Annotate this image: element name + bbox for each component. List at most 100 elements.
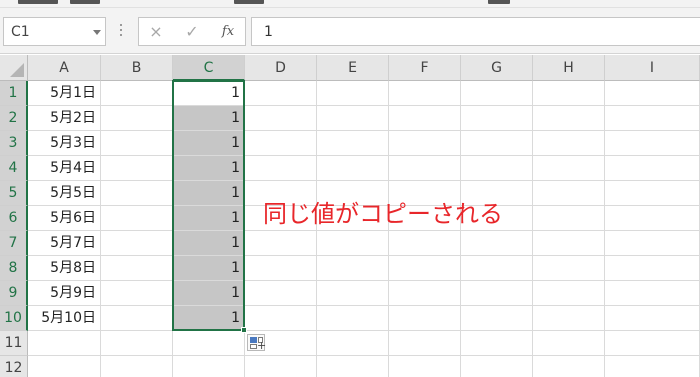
cell-i4[interactable] xyxy=(605,156,700,181)
cell-f4[interactable] xyxy=(389,156,461,181)
cell-b11[interactable] xyxy=(101,331,173,356)
cell-a7[interactable]: 5月7日 xyxy=(28,231,101,256)
cell-i2[interactable] xyxy=(605,106,700,131)
row-header-1[interactable]: 1 xyxy=(0,81,28,106)
cell-a5[interactable]: 5月5日 xyxy=(28,181,101,206)
cell-i3[interactable] xyxy=(605,131,700,156)
cell-h4[interactable] xyxy=(533,156,605,181)
cell-f8[interactable] xyxy=(389,256,461,281)
cell-a3[interactable]: 5月3日 xyxy=(28,131,101,156)
cell-e4[interactable] xyxy=(317,156,389,181)
cell-h7[interactable] xyxy=(533,231,605,256)
cell-e7[interactable] xyxy=(317,231,389,256)
cell-b8[interactable] xyxy=(101,256,173,281)
grip-dots-icon[interactable] xyxy=(120,24,123,38)
cell-h6[interactable] xyxy=(533,206,605,231)
cell-a12[interactable] xyxy=(28,356,101,377)
select-all-button[interactable] xyxy=(0,55,28,81)
cell-h2[interactable] xyxy=(533,106,605,131)
cell-f7[interactable] xyxy=(389,231,461,256)
cell-a6[interactable]: 5月6日 xyxy=(28,206,101,231)
cell-c4[interactable]: 1 xyxy=(173,156,245,181)
row-header-10[interactable]: 10 xyxy=(0,306,28,331)
row-header-11[interactable]: 11 xyxy=(0,331,28,356)
cell-i6[interactable] xyxy=(605,206,700,231)
cell-d2[interactable] xyxy=(245,106,317,131)
cell-b6[interactable] xyxy=(101,206,173,231)
cell-c2[interactable]: 1 xyxy=(173,106,245,131)
column-header-e[interactable]: E xyxy=(317,55,389,81)
cell-a9[interactable]: 5月9日 xyxy=(28,281,101,306)
chevron-down-icon[interactable] xyxy=(93,30,101,35)
fill-handle[interactable] xyxy=(241,327,247,333)
cell-d10[interactable] xyxy=(245,306,317,331)
cell-d12[interactable] xyxy=(245,356,317,377)
cell-b10[interactable] xyxy=(101,306,173,331)
cell-c9[interactable]: 1 xyxy=(173,281,245,306)
cell-b5[interactable] xyxy=(101,181,173,206)
cell-c8[interactable]: 1 xyxy=(173,256,245,281)
cell-e12[interactable] xyxy=(317,356,389,377)
cell-e11[interactable] xyxy=(317,331,389,356)
cell-g2[interactable] xyxy=(461,106,533,131)
row-header-2[interactable]: 2 xyxy=(0,106,28,131)
row-header-9[interactable]: 9 xyxy=(0,281,28,306)
row-header-5[interactable]: 5 xyxy=(0,181,28,206)
row-header-6[interactable]: 6 xyxy=(0,206,28,231)
cell-c11[interactable] xyxy=(173,331,245,356)
cell-h8[interactable] xyxy=(533,256,605,281)
cell-g9[interactable] xyxy=(461,281,533,306)
column-header-b[interactable]: B xyxy=(101,55,173,81)
cell-f2[interactable] xyxy=(389,106,461,131)
cell-i9[interactable] xyxy=(605,281,700,306)
column-header-a[interactable]: A xyxy=(28,55,101,81)
cell-a11[interactable] xyxy=(28,331,101,356)
cell-d7[interactable] xyxy=(245,231,317,256)
column-header-f[interactable]: F xyxy=(389,55,461,81)
cell-d9[interactable] xyxy=(245,281,317,306)
cell-g1[interactable] xyxy=(461,81,533,106)
cell-e10[interactable] xyxy=(317,306,389,331)
cell-c7[interactable]: 1 xyxy=(173,231,245,256)
cancel-icon[interactable]: × xyxy=(143,21,169,43)
cell-g4[interactable] xyxy=(461,156,533,181)
cell-b2[interactable] xyxy=(101,106,173,131)
cell-e2[interactable] xyxy=(317,106,389,131)
column-header-h[interactable]: H xyxy=(533,55,605,81)
cell-g12[interactable] xyxy=(461,356,533,377)
cell-c1[interactable]: 1 xyxy=(173,81,245,106)
cell-f9[interactable] xyxy=(389,281,461,306)
cell-i5[interactable] xyxy=(605,181,700,206)
cell-f11[interactable] xyxy=(389,331,461,356)
cell-g8[interactable] xyxy=(461,256,533,281)
row-header-4[interactable]: 4 xyxy=(0,156,28,181)
cell-e1[interactable] xyxy=(317,81,389,106)
insert-function-icon[interactable]: fx xyxy=(215,21,241,43)
cell-i12[interactable] xyxy=(605,356,700,377)
cell-i11[interactable] xyxy=(605,331,700,356)
cell-g10[interactable] xyxy=(461,306,533,331)
cell-g7[interactable] xyxy=(461,231,533,256)
cell-c12[interactable] xyxy=(173,356,245,377)
cell-h1[interactable] xyxy=(533,81,605,106)
cell-b12[interactable] xyxy=(101,356,173,377)
column-header-d[interactable]: D xyxy=(245,55,317,81)
cell-c5[interactable]: 1 xyxy=(173,181,245,206)
cell-c6[interactable]: 1 xyxy=(173,206,245,231)
cell-h5[interactable] xyxy=(533,181,605,206)
cell-a10[interactable]: 5月10日 xyxy=(28,306,101,331)
cell-h10[interactable] xyxy=(533,306,605,331)
cell-h12[interactable] xyxy=(533,356,605,377)
name-box[interactable]: C1 xyxy=(3,17,106,46)
cell-h11[interactable] xyxy=(533,331,605,356)
cell-b7[interactable] xyxy=(101,231,173,256)
cell-a1[interactable]: 5月1日 xyxy=(28,81,101,106)
cell-a2[interactable]: 5月2日 xyxy=(28,106,101,131)
cell-c10[interactable]: 1 xyxy=(173,306,245,331)
cell-d3[interactable] xyxy=(245,131,317,156)
cell-g11[interactable] xyxy=(461,331,533,356)
cell-b4[interactable] xyxy=(101,156,173,181)
cell-e8[interactable] xyxy=(317,256,389,281)
row-header-7[interactable]: 7 xyxy=(0,231,28,256)
column-header-c[interactable]: C xyxy=(173,55,245,81)
